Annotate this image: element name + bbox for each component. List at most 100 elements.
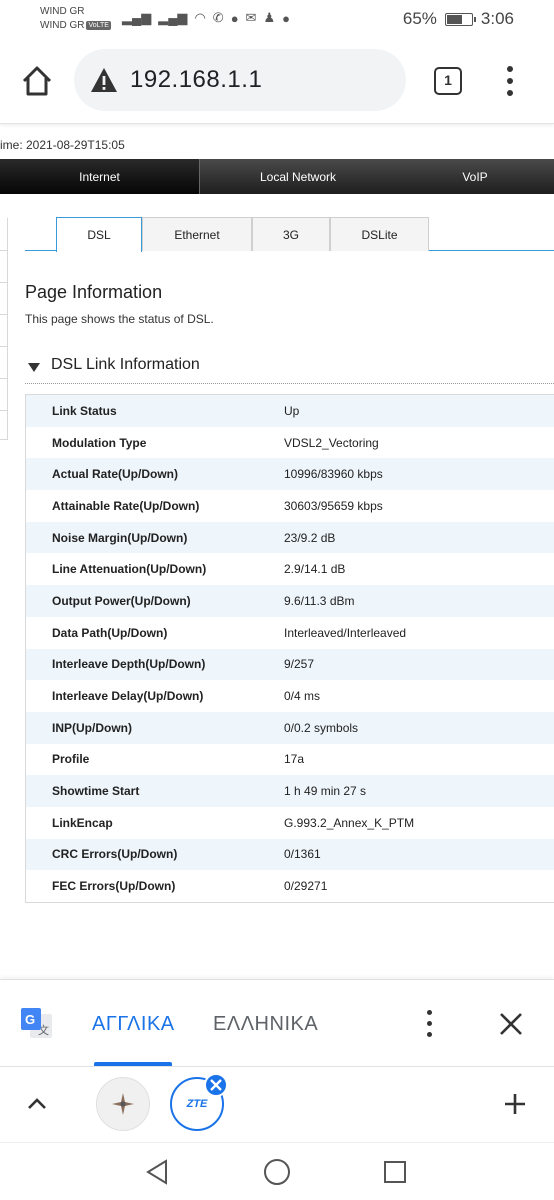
back-triangle-icon[interactable]: [144, 1159, 170, 1185]
browser-toolbar: 192.168.1.1 1: [0, 38, 554, 124]
row-label: INP(Up/Down): [52, 720, 132, 735]
row-value: 30603/95659 kbps: [284, 498, 383, 513]
chevron-up-icon[interactable]: [26, 1093, 48, 1115]
dsl-sub-tabs: DSL Ethernet 3G DSLite: [25, 217, 554, 252]
row-value: Interleaved/Interleaved: [284, 625, 407, 640]
page-info-title: Page Information: [25, 282, 163, 302]
table-row: FEC Errors(Up/Down) 0/29271: [26, 870, 554, 902]
row-value: Up: [284, 403, 300, 418]
home-icon: [22, 66, 52, 96]
svg-text:G: G: [25, 1012, 35, 1027]
clock: 3:06: [480, 9, 514, 28]
table-row: Interleave Delay(Up/Down) 0/4 ms: [26, 680, 554, 712]
table-row: LinkEncap G.993.2_Annex_K_PTM: [26, 806, 554, 839]
table-row: Line Attenuation(Up/Down) 2.9/14.1 dB: [26, 553, 554, 586]
translate-menu-button[interactable]: [422, 1010, 438, 1038]
source-language-tab[interactable]: ΑΓΓΛΙΚΑ: [92, 1013, 175, 1036]
nav-internet[interactable]: Internet: [0, 159, 200, 194]
address-bar[interactable]: 192.168.1.1: [74, 49, 406, 111]
translate-bar: 文 G ΑΓΓΛΙΚΑ ΕΛΛΗΝΙΚΑ: [0, 979, 554, 1066]
notification-icon: ♟: [263, 10, 276, 25]
status-bar: WIND GR WIND GR VoLTE ▂▄▆ ▂▄▆ ◠ ✆ ● ✉ ♟ ●…: [0, 0, 554, 38]
tab-dslite[interactable]: DSLite: [330, 217, 429, 251]
row-label: Line Attenuation(Up/Down): [52, 562, 207, 577]
row-label: CRC Errors(Up/Down): [52, 847, 178, 862]
row-value: 9.6/11.3 dBm: [284, 593, 355, 608]
table-row: Interleave Depth(Up/Down) 9/257: [26, 648, 554, 681]
table-row: INP(Up/Down) 0/0.2 symbols: [26, 711, 554, 744]
url-text: 192.168.1.1: [130, 66, 263, 93]
signal-2-icon: ▂▄▆: [158, 10, 188, 25]
compass-favicon-icon: [112, 1093, 134, 1115]
row-value: VDSL2_Vectoring: [284, 435, 379, 450]
carrier-line-2: WIND GR: [40, 20, 85, 31]
not-secure-warning-icon: [91, 68, 117, 92]
signal-icon: ▂▄▆: [122, 10, 152, 25]
row-value: G.993.2_Annex_K_PTM: [284, 815, 415, 830]
tab-ethernet[interactable]: Ethernet: [142, 217, 252, 251]
table-row: Actual Rate(Up/Down) 10996/83960 kbps: [26, 458, 554, 491]
row-value: 0/29271: [284, 879, 328, 894]
tab-3g[interactable]: 3G: [252, 217, 330, 251]
row-label: FEC Errors(Up/Down): [52, 879, 176, 894]
bottom-toolbar: ZTE: [0, 1066, 554, 1142]
row-value: 0/1361: [284, 847, 321, 862]
row-label: Link Status: [52, 403, 117, 418]
table-row: Data Path(Up/Down) Interleaved/Interleave…: [26, 616, 554, 649]
tab-switcher-button[interactable]: 1: [434, 67, 462, 95]
messenger-icon: ●: [282, 10, 290, 26]
android-nav-bar: [0, 1142, 554, 1200]
wifi-icon: ◠: [194, 10, 206, 25]
row-label: Actual Rate(Up/Down): [52, 467, 178, 482]
system-time: ime: 2021-08-29T15:05: [0, 138, 125, 152]
close-icon[interactable]: [496, 1009, 526, 1039]
close-icon: [210, 1079, 222, 1091]
collapse-triangle-icon: [28, 363, 40, 372]
row-value: 2.9/14.1 dB: [284, 562, 346, 577]
row-label: Attainable Rate(Up/Down): [52, 498, 200, 513]
row-label: LinkEncap: [52, 815, 113, 830]
row-label: Showtime Start: [52, 784, 140, 799]
dsl-link-section-header[interactable]: DSL Link Information: [25, 354, 554, 384]
row-value: 0/4 ms: [284, 689, 321, 704]
row-value: 23/9.2 dB: [284, 530, 336, 545]
missed-call-icon: ✆: [212, 10, 224, 25]
new-tab-plus-icon[interactable]: [503, 1092, 527, 1116]
nav-voip[interactable]: VoIP: [396, 159, 554, 194]
table-row: CRC Errors(Up/Down) 0/1361: [26, 838, 554, 871]
tab-dsl[interactable]: DSL: [56, 217, 142, 252]
section-title: DSL Link Information: [51, 356, 200, 373]
target-language-tab[interactable]: ΕΛΛΗΝΙΚΑ: [213, 1013, 318, 1036]
row-label: Modulation Type: [52, 435, 147, 450]
row-label: Interleave Depth(Up/Down): [52, 657, 206, 672]
table-row: Attainable Rate(Up/Down) 30603/95659 kbps: [26, 490, 554, 522]
table-row: Profile 17a: [26, 743, 554, 776]
row-value: 0/0.2 symbols: [284, 720, 359, 735]
tab-thumbnail[interactable]: [96, 1077, 150, 1131]
dsl-info-table: Link Status Up Modulation Type VDSL2_Vector…: [25, 394, 554, 903]
status-right: 65% 3:06: [403, 9, 514, 29]
carrier-line-1: WIND GR: [40, 6, 85, 17]
row-value: 1 h 49 min 27 s: [284, 784, 367, 799]
nav-local-network[interactable]: Local Network: [200, 159, 396, 194]
row-value: 9/257: [284, 657, 315, 672]
row-label: Profile: [52, 752, 90, 767]
table-row: Noise Margin(Up/Down) 23/9.2 dB: [26, 521, 554, 554]
table-row: Modulation Type VDSL2_Vectoring: [26, 426, 554, 459]
table-row: Link Status Up: [26, 395, 554, 427]
row-label: Noise Margin(Up/Down): [52, 530, 188, 545]
recent-apps-square-icon[interactable]: [383, 1160, 407, 1184]
battery-icon: [444, 12, 476, 26]
notification-icons: ▂▄▆ ▂▄▆ ◠ ✆ ● ✉ ♟ ●: [122, 10, 290, 26]
browser-menu-button[interactable]: [502, 66, 518, 98]
row-value: 10996/83960 kbps: [284, 467, 383, 482]
left-menu-edge: [0, 218, 8, 440]
mail-icon: ✉: [245, 10, 257, 25]
row-label: Data Path(Up/Down): [52, 625, 168, 640]
table-row: Output Power(Up/Down) 9.6/11.3 dBm: [26, 585, 554, 617]
carrier-info: WIND GR WIND GR VoLTE: [40, 5, 111, 33]
main-nav: Internet Local Network VoIP: [0, 159, 554, 194]
home-circle-icon[interactable]: [263, 1158, 291, 1186]
home-button[interactable]: [18, 62, 56, 100]
tab-close-button[interactable]: [204, 1073, 228, 1097]
